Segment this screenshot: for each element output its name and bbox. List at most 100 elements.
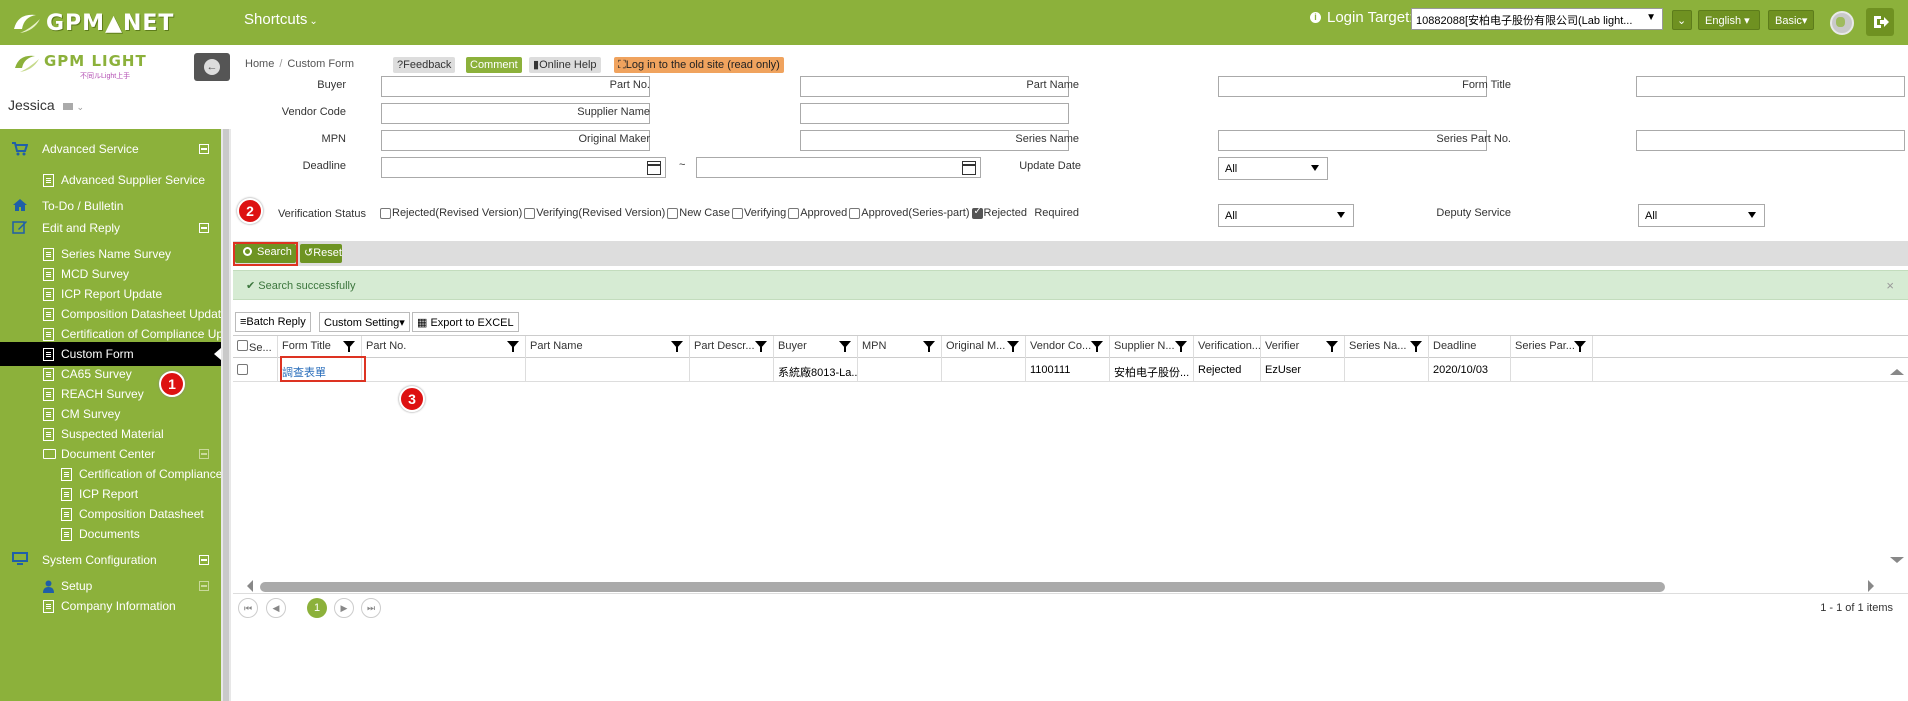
supplier-name-input[interactable] (800, 103, 1069, 124)
breadcrumb-home[interactable]: Home (245, 58, 274, 70)
column-header-original-maker[interactable]: Original M... (942, 336, 1026, 358)
status-checkbox-verifying-revised[interactable] (524, 207, 536, 219)
cell-verification-status: Rejected (1194, 358, 1261, 382)
horizontal-scrollbar-thumb[interactable] (260, 582, 1665, 592)
sidebar-item-documents[interactable]: Documents (0, 522, 221, 546)
filter-icon[interactable] (507, 341, 519, 352)
column-header-verifier[interactable]: Verifier (1261, 336, 1345, 358)
first-page-icon[interactable]: ⏮ (238, 598, 258, 618)
column-header-part-no[interactable]: Part No. (362, 336, 526, 358)
next-page-icon[interactable]: ▶ (334, 598, 354, 618)
filter-icon[interactable] (343, 341, 355, 352)
filter-icon[interactable] (1326, 341, 1338, 352)
column-header-part-description[interactable]: Part Descr... (690, 336, 774, 358)
table-row[interactable]: 調查表單 系統廠8013-La... 1100111 安柏电子股份... Rej… (233, 358, 1908, 382)
sidebar-item-edit-and-reply[interactable]: Edit and Reply (0, 216, 221, 240)
filter-icon[interactable] (1574, 341, 1586, 352)
step-badge-1: 1 (159, 371, 185, 397)
filter-icon[interactable] (1007, 341, 1019, 352)
logout-button[interactable] (1866, 8, 1894, 36)
dropdown-arrow-icon: ▼ (1646, 12, 1656, 23)
column-header-part-name[interactable]: Part Name (526, 336, 690, 358)
column-header-supplier-name[interactable]: Supplier N... (1110, 336, 1194, 358)
filter-icon[interactable] (923, 341, 935, 352)
column-header-select[interactable]: Se... (233, 336, 278, 358)
online-help-button[interactable]: ▮Online Help (529, 57, 601, 73)
comment-button[interactable]: Comment (466, 57, 522, 73)
filter-icon[interactable] (1091, 341, 1103, 352)
column-header-form-title[interactable]: Form Title (278, 336, 362, 358)
column-header-deadline[interactable]: Deadline (1429, 336, 1511, 358)
export-excel-button[interactable]: ▦ Export to EXCEL (412, 312, 519, 332)
column-header-vendor-code[interactable]: Vendor Co... (1026, 336, 1110, 358)
scroll-up-arrow-icon[interactable] (1890, 369, 1904, 375)
sidebar-item-label: To-Do / Bulletin (42, 199, 124, 213)
login-target-value: 10882088[安柏电子股份有限公司(Lab light... (1416, 15, 1633, 27)
collapse-sidebar-button[interactable]: ← (194, 53, 230, 81)
scroll-right-arrow-icon[interactable] (1868, 580, 1874, 592)
shortcuts-menu[interactable]: Shortcuts ⌄ (244, 11, 318, 28)
previous-page-icon[interactable]: ◀ (266, 598, 286, 618)
filter-icon[interactable] (839, 341, 851, 352)
column-header-buyer[interactable]: Buyer (774, 336, 858, 358)
status-checkbox-approved[interactable] (788, 207, 800, 219)
batch-reply-button[interactable]: ≡Batch Reply (235, 312, 311, 332)
calendar-icon[interactable] (647, 161, 661, 175)
document-icon (61, 508, 72, 521)
series-part-no-input[interactable] (1636, 130, 1905, 151)
status-checkbox-approved-series-part[interactable] (849, 207, 861, 219)
login-target-select[interactable]: 10882088[安柏电子股份有限公司(Lab light... ▼ (1411, 8, 1663, 30)
old-site-button[interactable]: ⛶Log in to the old site (read only) (614, 57, 784, 73)
language-button[interactable]: English ▾ (1698, 10, 1760, 30)
select-all-checkbox[interactable] (237, 340, 248, 351)
current-page-button[interactable]: 1 (307, 598, 327, 618)
collapse-icon (199, 144, 209, 154)
horizontal-scrollbar[interactable] (247, 580, 1878, 592)
scroll-left-arrow-icon[interactable] (247, 580, 253, 592)
deadline-from-input[interactable] (381, 157, 666, 178)
custom-setting-button[interactable]: Custom Setting▾ (319, 312, 410, 332)
status-checkbox-verifying[interactable] (732, 207, 743, 219)
column-header-series-name[interactable]: Series Na... (1345, 336, 1429, 358)
column-header-series-part-no[interactable]: Series Par... (1511, 336, 1593, 358)
gpm-net-logo[interactable]: GPM▲NET (10, 8, 174, 38)
document-icon (43, 600, 54, 613)
filter-icon[interactable] (671, 341, 683, 352)
deputy-service-select[interactable]: All (1638, 204, 1765, 227)
batch-reply-label: Batch Reply (246, 316, 306, 328)
filter-icon[interactable] (1410, 341, 1422, 352)
column-header-mpn[interactable]: MPN (858, 336, 942, 358)
filter-icon[interactable] (755, 341, 767, 352)
filter-icon[interactable] (1175, 341, 1187, 352)
user-menu[interactable]: Jessica ⌄ (0, 85, 231, 129)
close-icon[interactable]: × (1886, 278, 1894, 293)
document-icon (43, 388, 54, 401)
feedback-button[interactable]: ?Feedback (393, 57, 456, 73)
form-title-input[interactable] (1636, 76, 1905, 97)
status-checkbox-rejected-revised[interactable] (380, 207, 391, 219)
update-date-select[interactable]: All (1218, 157, 1328, 180)
sidebar: GPM LIGHT 不同ルLight上手 ← Jessica ⌄ Advance… (0, 45, 231, 701)
sidebar-item-label: CM Survey (61, 407, 121, 421)
column-header-verification[interactable]: Verification... (1194, 336, 1261, 358)
login-target-toggle-button[interactable]: ⌄ (1672, 10, 1692, 30)
deadline-to-input[interactable] (696, 157, 981, 178)
sidebar-item-todo-bulletin[interactable]: To-Do / Bulletin (0, 194, 221, 218)
reset-button[interactable]: ↺Reset (300, 244, 342, 263)
column-header-label: Deadline (1433, 340, 1477, 352)
last-page-icon[interactable]: ⏭ (361, 598, 381, 618)
mode-button[interactable]: Basic▾ (1768, 10, 1814, 30)
mpn-label: MPN (321, 133, 346, 145)
scroll-down-arrow-icon[interactable] (1890, 557, 1904, 563)
sidebar-item-advanced-supplier-service[interactable]: Advanced Supplier Service (0, 168, 221, 192)
row-checkbox[interactable] (237, 364, 248, 375)
dropdown-arrow-icon (1311, 165, 1319, 171)
sidebar-item-advanced-service[interactable]: Advanced Service (0, 137, 221, 161)
required-select[interactable]: All (1218, 204, 1354, 227)
sidebar-item-company-information[interactable]: Company Information (0, 594, 221, 618)
status-checkbox-new-case[interactable] (667, 207, 679, 219)
globe-icon[interactable] (1830, 11, 1854, 35)
sidebar-item-system-configuration[interactable]: System Configuration (0, 548, 221, 572)
column-header-label: Buyer (778, 340, 807, 352)
form-title-highlight-box (280, 356, 366, 382)
